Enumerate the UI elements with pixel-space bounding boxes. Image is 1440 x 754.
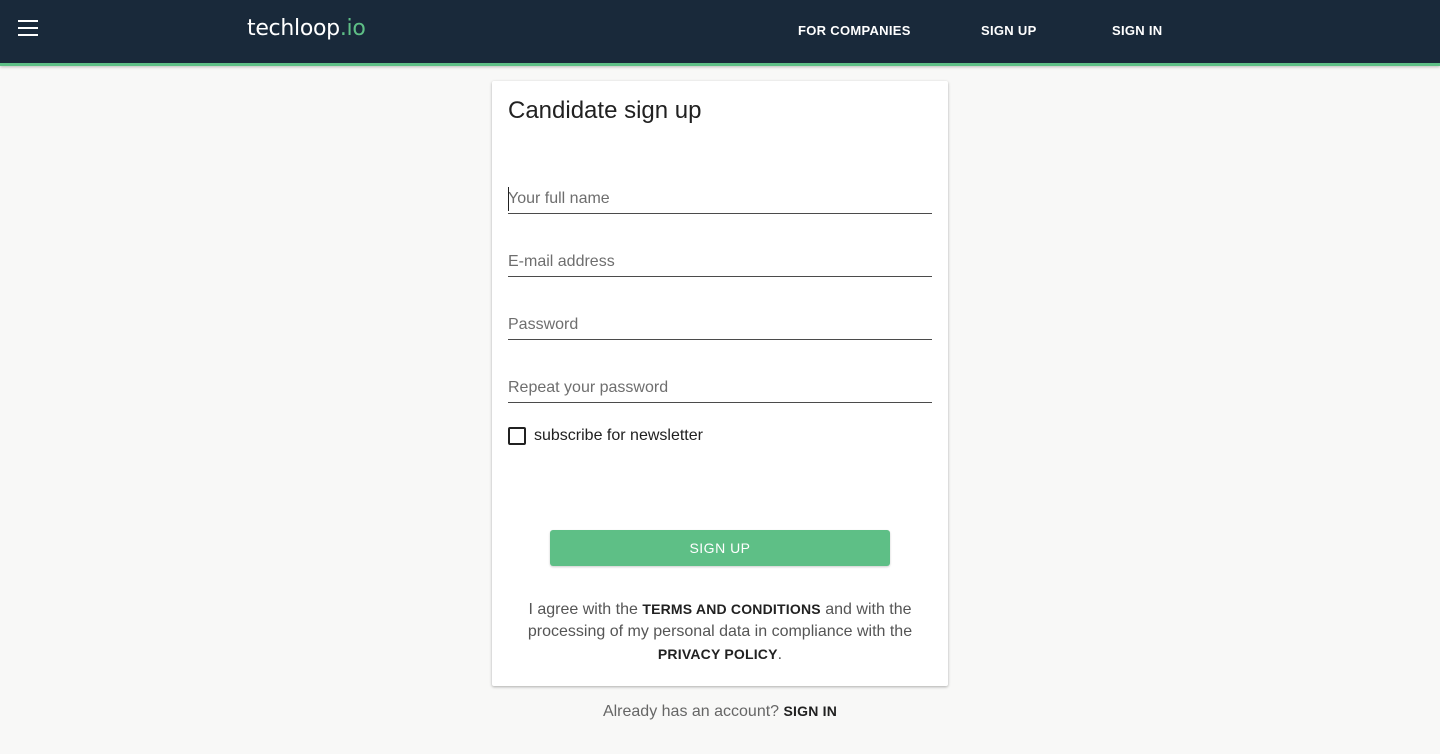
newsletter-checkbox-row[interactable]: subscribe for newsletter — [508, 426, 703, 446]
already-have-account-question: Already has an account? — [602, 703, 784, 720]
sign-up-submit-button[interactable]: SIGN UP — [550, 530, 890, 566]
terms-agreement-text: I agree with the TERMS AND CONDITIONS an… — [508, 598, 932, 666]
email-input[interactable] — [508, 245, 932, 276]
agreement-text-part3: . — [777, 646, 783, 663]
terms-and-conditions-link[interactable]: TERMS AND CONDITIONS — [642, 601, 820, 617]
repeat-password-input[interactable] — [508, 371, 932, 402]
nav-for-companies-link[interactable]: FOR COMPANIES — [798, 23, 911, 38]
repeat-password-field-wrapper — [508, 371, 932, 403]
top-navbar: techloop.io FOR COMPANIES SIGN UP SIGN I… — [0, 0, 1440, 66]
logo[interactable]: techloop.io — [247, 16, 366, 41]
newsletter-checkbox-label: subscribe for newsletter — [534, 427, 703, 444]
logo-tld-text: .io — [339, 16, 366, 41]
footer-sign-in-link[interactable]: SIGN IN — [784, 703, 838, 719]
nav-sign-in-link[interactable]: SIGN IN — [1112, 23, 1163, 38]
nav-sign-up-link[interactable]: SIGN UP — [981, 23, 1037, 38]
full-name-field-wrapper — [508, 182, 932, 214]
hamburger-menu-icon[interactable] — [18, 20, 38, 36]
email-field-wrapper — [508, 245, 932, 277]
full-name-input[interactable] — [508, 182, 932, 213]
already-have-account-text: Already has an account? SIGN IN — [492, 703, 948, 721]
privacy-policy-link[interactable]: PRIVACY POLICY — [658, 646, 778, 662]
logo-main-text: techloop — [247, 16, 340, 41]
newsletter-checkbox[interactable] — [508, 427, 526, 445]
agreement-text-part1: I agree with the — [528, 601, 643, 618]
page-title: Candidate sign up — [508, 97, 702, 124]
signup-card: Candidate sign up subscribe for newslett… — [492, 81, 948, 686]
text-cursor — [508, 187, 509, 211]
password-field-wrapper — [508, 308, 932, 340]
password-input[interactable] — [508, 308, 932, 339]
